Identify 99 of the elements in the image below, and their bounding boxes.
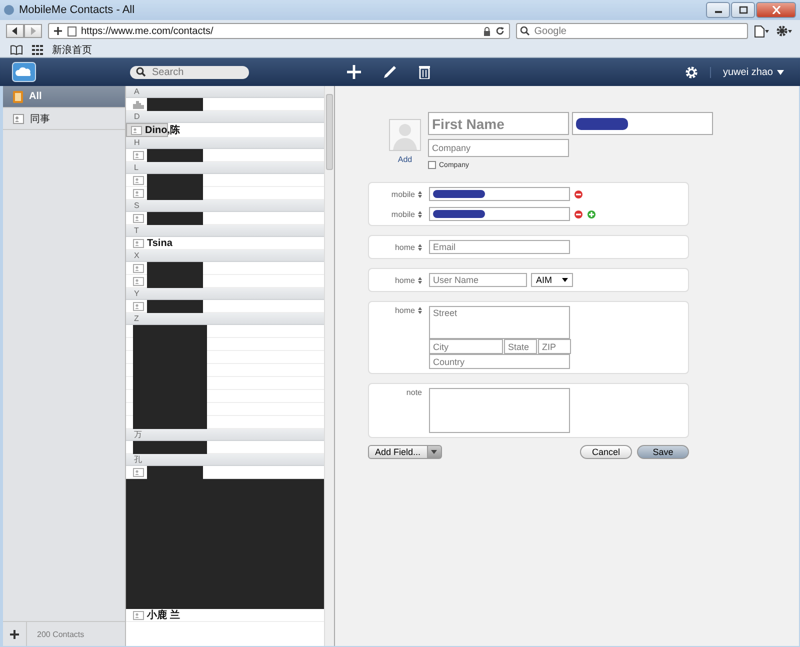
stepper-icon[interactable] (418, 307, 422, 314)
contact-name[interactable]: Tsina (147, 238, 172, 248)
minimize-button[interactable] (706, 2, 730, 18)
search-icon (136, 67, 146, 77)
reload-icon[interactable] (495, 26, 505, 36)
pencil-icon[interactable] (383, 65, 397, 79)
section-header: H (126, 137, 324, 149)
lock-icon (483, 26, 491, 36)
contact-search-field[interactable]: Search (152, 66, 232, 78)
cancel-button[interactable]: Cancel (580, 445, 632, 459)
field-label[interactable]: home (394, 276, 415, 284)
window-title: MobileMe Contacts - All (19, 4, 135, 16)
contact-card-icon (133, 150, 144, 160)
section-header: X (126, 250, 324, 262)
address-bar[interactable]: https://www.me.com/contacts/ (48, 23, 510, 39)
address-book-icon (13, 90, 23, 102)
contact-card-icon (133, 176, 144, 184)
cloud-logo-icon[interactable] (12, 62, 36, 82)
building-icon (133, 100, 144, 108)
bookmark-link[interactable]: 新浪首页 (52, 42, 92, 56)
state-field[interactable]: State (504, 339, 537, 354)
im-service-dropdown[interactable]: AIM (531, 273, 573, 287)
caret-icon[interactable] (777, 70, 784, 74)
globe-icon (4, 5, 14, 15)
stepper-icon[interactable] (418, 190, 422, 198)
first-name-field[interactable]: First Name (428, 112, 569, 135)
field-label[interactable]: home (394, 306, 415, 315)
field-label[interactable]: home (394, 242, 415, 252)
contact-count: 200 Contacts (36, 630, 84, 638)
section-header: Y (126, 288, 324, 300)
page-icon (67, 26, 77, 36)
settings-icon[interactable] (776, 24, 794, 38)
stepper-icon[interactable] (418, 276, 422, 284)
section-header: A (126, 86, 324, 98)
section-header: L (126, 162, 324, 174)
contact-name[interactable]: 小鹿 兰 (147, 608, 180, 622)
settings-icon[interactable] (684, 66, 698, 78)
section-header: 孔 (126, 454, 324, 466)
company-field[interactable]: Company (428, 139, 569, 157)
user-menu[interactable]: yuwei zhao (710, 66, 784, 78)
contact-card-icon (13, 114, 24, 124)
username-field[interactable]: User Name (429, 273, 527, 287)
section-header: S (126, 200, 324, 212)
note-field[interactable] (429, 388, 570, 433)
field-label[interactable]: mobile (391, 190, 415, 198)
scrollbar[interactable] (324, 86, 334, 646)
contact-card-icon (133, 238, 144, 248)
contact-card-icon (133, 302, 144, 310)
web-search-box[interactable]: Google (516, 23, 748, 39)
contact-card-icon (133, 276, 144, 286)
contact-card-icon (133, 188, 144, 198)
grid-icon[interactable] (32, 44, 43, 54)
remove-icon[interactable] (574, 210, 583, 218)
book-icon[interactable] (10, 44, 23, 54)
web-search-field[interactable]: Google (534, 26, 744, 36)
last-name-field[interactable] (572, 112, 713, 135)
contact-card-icon (133, 468, 144, 476)
search-icon (520, 26, 532, 36)
add-icon[interactable] (10, 630, 19, 638)
section-header: 万 (126, 429, 324, 441)
maximize-button[interactable] (731, 2, 755, 18)
section-header: T (126, 225, 324, 237)
url-text: https://www.me.com/contacts/ (81, 26, 214, 36)
stepper-icon[interactable] (418, 210, 422, 218)
back-icon[interactable] (11, 27, 19, 35)
back-button[interactable] (6, 24, 24, 38)
sidebar-item[interactable]: All (3, 86, 125, 108)
zip-field[interactable]: ZIP (538, 339, 571, 354)
page-menu-icon[interactable] (754, 24, 770, 38)
country-field[interactable]: Country (429, 354, 570, 369)
section-header: D (126, 111, 324, 123)
contact-search-box[interactable]: Search (130, 66, 249, 78)
field-label[interactable]: mobile (391, 210, 415, 218)
checkbox[interactable] (428, 161, 436, 169)
contact-card-icon (133, 610, 144, 620)
caret-icon[interactable] (562, 278, 568, 282)
remove-icon[interactable] (574, 190, 583, 198)
save-button[interactable]: Save (637, 445, 689, 459)
contact-card-icon (133, 264, 144, 272)
city-field[interactable]: City (429, 339, 503, 354)
stepper-icon[interactable] (418, 244, 422, 250)
contact-card-icon (133, 214, 144, 222)
maximize-icon[interactable] (738, 6, 748, 14)
add-field-button[interactable]: Add Field... (368, 445, 428, 459)
contact-card-icon (131, 126, 142, 134)
phone-field[interactable] (429, 207, 570, 221)
close-button[interactable] (756, 2, 796, 18)
trash-icon[interactable] (419, 65, 430, 79)
contact-name[interactable]: Dino,陈 (145, 123, 180, 137)
phone-field[interactable] (429, 187, 570, 201)
street-field[interactable]: Street (429, 306, 570, 339)
dropdown-caret-button[interactable] (428, 445, 442, 459)
section-header: Z (126, 313, 324, 325)
add-photo-link[interactable]: Add (398, 155, 412, 164)
close-icon[interactable] (772, 6, 780, 14)
email-field[interactable]: Email (429, 240, 570, 254)
add-icon[interactable] (53, 26, 63, 36)
field-label: note (406, 388, 422, 397)
sidebar-item[interactable]: 同事 (3, 108, 125, 130)
